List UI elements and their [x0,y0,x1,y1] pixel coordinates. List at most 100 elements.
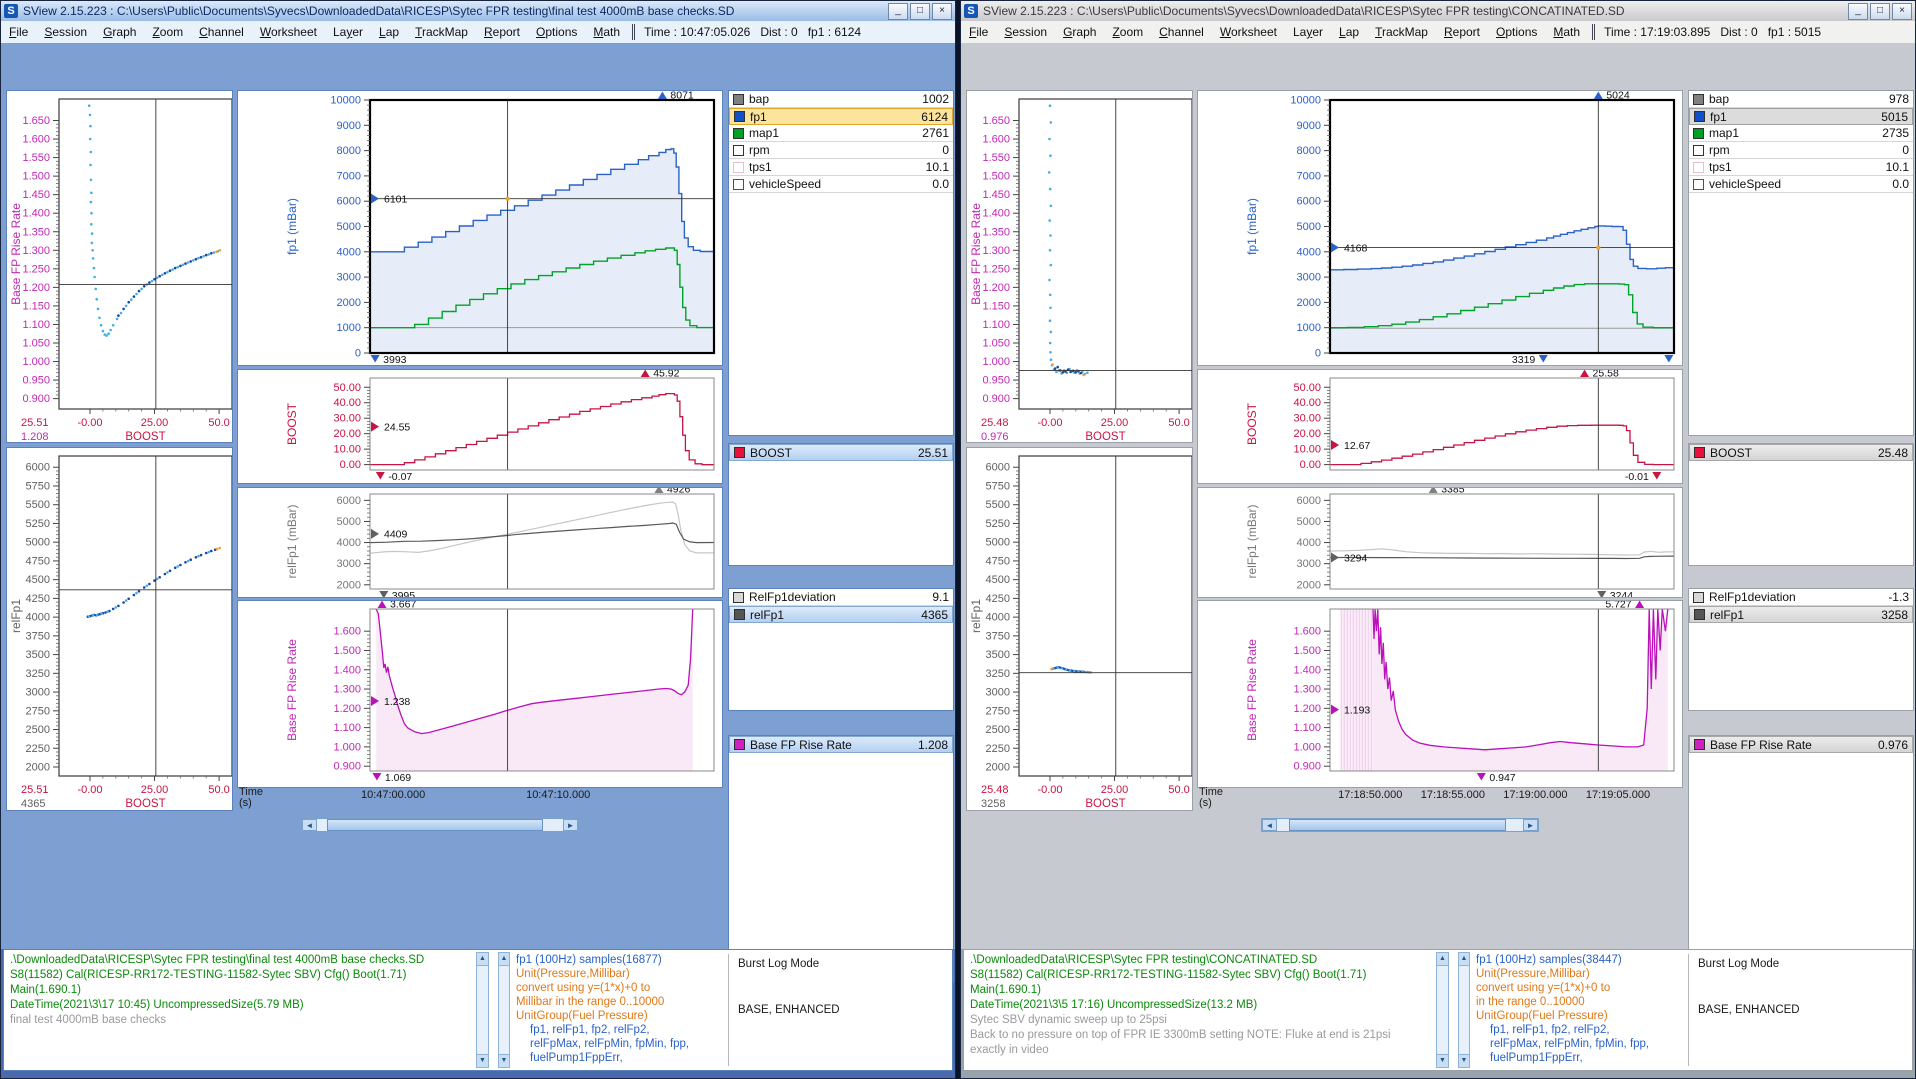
y-axis-label: BOOST [1245,402,1259,445]
channel-list-row-fp1[interactable]: fp15015 [1689,108,1913,125]
menu-item-channel[interactable]: Channel [1151,23,1212,41]
channel-info-scrollbar[interactable]: ▲▼ [1458,952,1470,1068]
scroll-right-arrow-icon[interactable]: ► [1523,819,1538,831]
basefp-value-panel-row-base-fp-rise-rate[interactable]: Base FP Rise Rate1.208 [729,736,953,753]
y-tick-label: 5500 [986,499,1010,511]
menu-item-report[interactable]: Report [476,23,528,41]
session-info-scrollbar[interactable]: ▲▼ [1436,952,1449,1068]
minimize-button[interactable]: _ [888,3,908,20]
scroll-up-arrow-icon[interactable]: ▲ [499,953,509,966]
scrollbar-track[interactable] [1277,819,1523,831]
menu-item-layer[interactable]: Layer [325,23,371,41]
plot-border [1019,456,1192,776]
scroll-up-arrow-icon[interactable]: ▲ [1437,953,1448,966]
channel-list-row-map1[interactable]: map12735 [1689,125,1913,142]
channel-unit-line: in the range 0..10000 [1476,995,1681,1009]
scroll-left-arrow-icon[interactable]: ◄ [302,819,317,831]
cursor-marker-value: 4409 [384,529,408,541]
chart-relfp1[interactable]: 60005000400030002000relFp1 (mBar)3385329… [1198,488,1682,597]
channel-list-row-map1[interactable]: map12761 [729,125,953,142]
y-axis-label: Base FP Rise Rate [285,639,299,741]
relfp-value-panel-row-relfp1[interactable]: relFp14365 [729,606,953,623]
menu-item-layer[interactable]: Layer [1285,23,1331,41]
scatter-0[interactable]: 1.6501.6001.5501.5001.4501.4001.3501.300… [967,91,1192,442]
chart-relfp1[interactable]: 60005000400030002000relFp1 (mBar)4926440… [238,488,722,597]
scatter-1[interactable]: 6000575055005250500047504500425040003750… [967,448,1192,810]
chart-panel-relfp1: 60005000400030002000relFp1 (mBar)3385329… [1197,487,1683,598]
channel-list-row-rpm[interactable]: rpm0 [1689,142,1913,159]
y-tick-label: 5750 [986,480,1010,492]
menu-item-report[interactable]: Report [1436,23,1488,41]
menu-item-options[interactable]: Options [1488,23,1545,41]
boost-value-panel-row-boost[interactable]: BOOST25.48 [1689,444,1913,461]
menu-item-zoom[interactable]: Zoom [144,23,191,41]
time-scrollbar[interactable]: ◄► [1261,818,1539,832]
scroll-up-arrow-icon[interactable]: ▲ [1459,953,1469,966]
menu-item-math[interactable]: Math [585,23,628,41]
scroll-left-arrow-icon[interactable]: ◄ [1262,819,1277,831]
scatter-1[interactable]: 6000575055005250500047504500425040003750… [7,448,232,810]
channel-group-line: fuelPump1FppErr, [516,1051,721,1065]
min-marker-value: 3244 [1610,590,1634,597]
menu-item-lap[interactable]: Lap [1331,23,1367,41]
channel-list-row-vehicleSpeed[interactable]: vehicleSpeed0.0 [1689,176,1913,193]
channel-info-scrollbar[interactable]: ▲▼ [498,952,510,1068]
cursor-marker-value: 4168 [1344,242,1368,254]
scrollbar-thumb[interactable] [327,819,544,831]
menu-item-file[interactable]: File [1,23,36,41]
menu-item-graph[interactable]: Graph [1055,23,1104,41]
menu-item-math[interactable]: Math [1545,23,1588,41]
scatter-point [1061,667,1064,670]
menu-item-lap[interactable]: Lap [371,23,407,41]
menu-item-trackmap[interactable]: TrackMap [1367,23,1436,41]
session-info-scrollbar[interactable]: ▲▼ [476,952,489,1068]
y-tick-label: 4750 [26,555,50,567]
channel-list-row-vehicleSpeed[interactable]: vehicleSpeed0.0 [729,176,953,193]
channel-list-row-bap[interactable]: bap978 [1689,91,1913,108]
channel-list-row-rpm[interactable]: rpm0 [729,142,953,159]
scrollbar-track[interactable] [317,819,563,831]
menu-item-worksheet[interactable]: Worksheet [1212,23,1285,41]
menu-item-zoom[interactable]: Zoom [1104,23,1151,41]
menu-item-options[interactable]: Options [528,23,585,41]
channel-list-row-fp1[interactable]: fp16124 [729,108,953,125]
channel-list-row-tps1[interactable]: tps110.1 [1689,159,1913,176]
relfp-value-panel-row-relfp1deviation[interactable]: RelFp1deviation-1.3 [1689,589,1913,606]
scatter-point [127,301,130,304]
maximize-button[interactable]: □ [910,3,930,20]
scroll-down-arrow-icon[interactable]: ▼ [499,1054,509,1067]
relfp-value-panel-row-relfp1[interactable]: relFp13258 [1689,606,1913,623]
menu-item-trackmap[interactable]: TrackMap [407,23,476,41]
minimize-button[interactable]: _ [1848,3,1868,20]
chart-boost[interactable]: 50.0040.0030.0020.0010.000.00BOOST45.922… [238,370,722,483]
menu-item-worksheet[interactable]: Worksheet [252,23,325,41]
chart-base-fp-rise-rate[interactable]: 1.6001.5001.4001.3001.2001.1001.0000.900… [238,601,722,787]
menu-item-session[interactable]: Session [36,23,95,41]
scatter-point [117,314,120,317]
channel-list-row-tps1[interactable]: tps110.1 [729,159,953,176]
menu-item-channel[interactable]: Channel [191,23,252,41]
chart-fp1[interactable]: 1000090008000700060005000400030002000100… [238,91,722,365]
relfp-value-panel-row-relfp1deviation[interactable]: RelFp1deviation9.1 [729,589,953,606]
chart-fp1[interactable]: 1000090008000700060005000400030002000100… [1198,91,1682,365]
channel-list-row-bap[interactable]: bap1002 [729,91,953,108]
scroll-down-arrow-icon[interactable]: ▼ [1459,1054,1469,1067]
maximize-button[interactable]: □ [1870,3,1890,20]
scroll-up-arrow-icon[interactable]: ▲ [477,953,488,966]
scroll-right-arrow-icon[interactable]: ► [563,819,578,831]
scroll-down-arrow-icon[interactable]: ▼ [1437,1054,1448,1067]
log-mode-info: Burst Log Mode BASE, ENHANCED [1698,953,1898,1067]
scrollbar-thumb[interactable] [1289,819,1505,831]
chart-boost[interactable]: 50.0040.0030.0020.0010.000.00BOOST25.581… [1198,370,1682,483]
close-button[interactable]: × [932,3,952,20]
scatter-0[interactable]: 1.6501.6001.5501.5001.4501.4001.3501.300… [7,91,232,442]
time-scrollbar[interactable]: ◄► [301,818,579,832]
scroll-down-arrow-icon[interactable]: ▼ [477,1054,488,1067]
boost-value-panel-row-boost[interactable]: BOOST25.51 [729,444,953,461]
menu-item-session[interactable]: Session [996,23,1055,41]
menu-item-graph[interactable]: Graph [95,23,144,41]
close-button[interactable]: × [1892,3,1912,20]
menu-item-file[interactable]: File [961,23,996,41]
chart-base-fp-rise-rate[interactable]: 1.6001.5001.4001.3001.2001.1001.0000.900… [1198,601,1682,787]
basefp-value-panel-row-base-fp-rise-rate[interactable]: Base FP Rise Rate0.976 [1689,736,1913,753]
